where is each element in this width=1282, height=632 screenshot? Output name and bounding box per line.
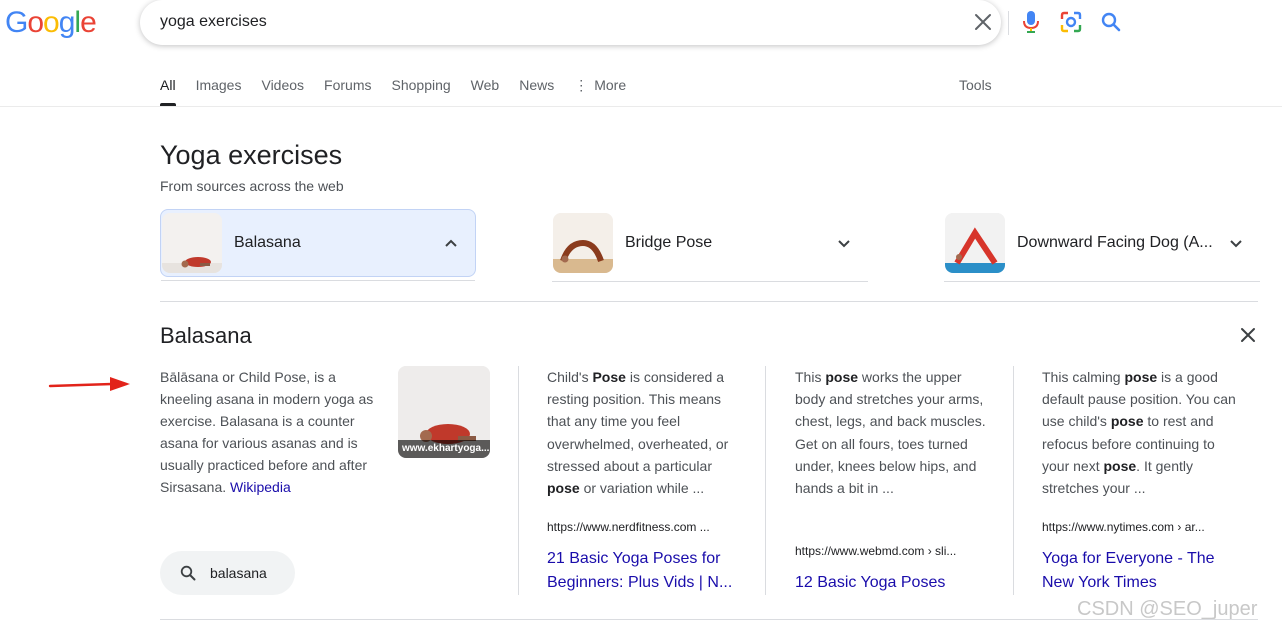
chip-label: Balasana: [234, 234, 301, 251]
search-icon[interactable]: [1098, 9, 1124, 35]
tools-button[interactable]: Tools: [959, 72, 992, 98]
google-lens-icon[interactable]: [1058, 9, 1084, 35]
snippet-text: This: [795, 369, 826, 385]
balasana-image[interactable]: www.ekhartyoga...: [398, 366, 490, 458]
chevron-down-icon: [1224, 231, 1248, 255]
result-url[interactable]: https://www.webmd.com › sli...: [795, 543, 990, 559]
search-tabs: All Images Videos Forums Shopping Web Ne…: [150, 72, 636, 106]
bridge-pose-thumbnail: [553, 213, 613, 273]
close-icon[interactable]: [1236, 323, 1260, 347]
search-divider: [1008, 11, 1009, 35]
page-subtitle: From sources across the web: [160, 178, 344, 194]
snippet-highlight: pose: [547, 480, 580, 497]
chip-downward-facing-dog[interactable]: Downward Facing Dog (A...: [944, 209, 1260, 282]
more-vert-icon: ⋮: [574, 77, 589, 93]
result-card-nerdfitness: Child's Pose is considered a resting pos…: [547, 366, 742, 591]
snippet-highlight: pose: [1124, 369, 1158, 385]
logo-letter: g: [58, 6, 76, 39]
logo-letter: e: [80, 6, 97, 39]
image-caption: www.ekhartyoga...: [398, 440, 490, 458]
column-divider: [1013, 366, 1014, 595]
tab-shopping[interactable]: Shopping: [382, 72, 461, 106]
result-snippet: This calming pose is a good default paus…: [1042, 366, 1237, 499]
result-title-link[interactable]: 21 Basic Yoga Poses for Beginners: Plus …: [547, 547, 742, 595]
tab-more[interactable]: ⋮ More: [564, 72, 636, 106]
snippet-highlight: Pose: [592, 369, 626, 385]
logo-letter: G: [5, 6, 28, 39]
result-snippet: This pose works the upper body and stret…: [795, 366, 990, 499]
google-logo[interactable]: Google: [5, 6, 97, 40]
microphone-icon[interactable]: [1018, 9, 1044, 35]
tab-web[interactable]: Web: [461, 72, 510, 106]
result-url[interactable]: https://www.nytimes.com › ar...: [1042, 519, 1237, 535]
chip-bridge-pose[interactable]: Bridge Pose: [552, 209, 868, 282]
downward-dog-thumbnail: [945, 213, 1005, 273]
result-title-link[interactable]: 12 Basic Yoga Poses: [795, 571, 990, 595]
close-icon[interactable]: [970, 9, 996, 35]
tab-more-label: More: [594, 77, 627, 93]
tab-images[interactable]: Images: [186, 72, 252, 106]
snippet-highlight: pose: [825, 369, 859, 385]
chip-balasana[interactable]: Balasana: [160, 209, 476, 281]
balasana-thumbnail: [162, 213, 222, 273]
result-card-webmd: This pose works the upper body and stret…: [795, 366, 990, 591]
panel-title: Balasana: [160, 323, 252, 348]
search-bar: [140, 0, 1121, 45]
search-input[interactable]: [160, 11, 800, 33]
snippet-text: or variation while ...: [579, 480, 705, 497]
snippet-highlight: pose: [1110, 413, 1144, 430]
chip-underline: [944, 281, 1260, 282]
column-divider: [518, 366, 519, 595]
section-divider: [160, 301, 1258, 302]
result-url[interactable]: https://www.nerdfitness.com ...: [547, 519, 742, 535]
header-divider: [0, 106, 1282, 107]
chevron-down-icon: [832, 231, 856, 255]
chip-label: Downward Facing Dog (A...: [1017, 234, 1213, 251]
chip-underline: [161, 280, 475, 281]
query-suggestion-chip[interactable]: balasana: [160, 551, 295, 595]
snippet-text: Child's: [547, 369, 593, 385]
tab-news[interactable]: News: [509, 72, 564, 106]
query-chip-label: balasana: [210, 565, 267, 581]
annotation-arrow-icon: [48, 377, 130, 391]
logo-letter: o: [43, 6, 60, 39]
tab-videos[interactable]: Videos: [251, 72, 314, 106]
page-title: Yoga exercises: [160, 140, 343, 170]
chip-underline: [552, 281, 868, 282]
result-card-nytimes: This calming pose is a good default paus…: [1042, 366, 1237, 591]
chip-label: Bridge Pose: [625, 234, 713, 251]
logo-letter: o: [27, 6, 44, 39]
snippet-text: works the upper body and stretches your …: [795, 369, 986, 497]
tab-forums[interactable]: Forums: [314, 72, 381, 106]
snippet-text: This calming: [1042, 369, 1125, 385]
result-title-link[interactable]: Yoga for Everyone - The New York Times: [1042, 547, 1237, 595]
snippet-highlight: pose: [1103, 457, 1137, 474]
watermark: CSDN @SEO_juper: [1077, 598, 1258, 620]
column-divider: [765, 366, 766, 595]
wikipedia-link[interactable]: Wikipedia: [230, 479, 291, 495]
result-snippet: Child's Pose is considered a resting pos…: [547, 366, 742, 499]
search-icon: [178, 563, 198, 583]
chevron-up-icon: [439, 231, 463, 255]
tab-all[interactable]: All: [150, 72, 186, 106]
panel-description: Bālāsana or Child Pose, is a kneeling as…: [160, 366, 385, 498]
description-text: Bālāsana or Child Pose, is a kneeling as…: [160, 369, 374, 495]
